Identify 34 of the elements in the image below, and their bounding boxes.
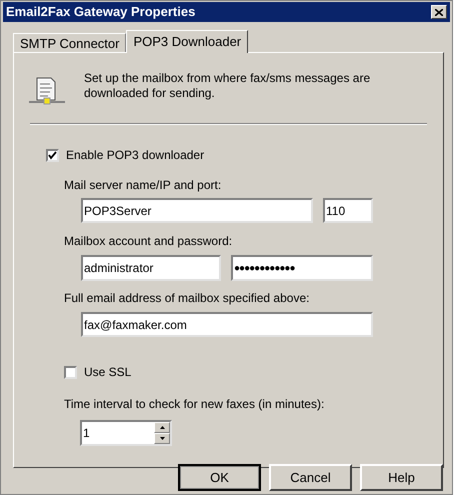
close-icon — [435, 8, 443, 16]
tab[interactable]: POP3 Downloader — [126, 30, 248, 53]
interval-spinner[interactable]: 1 — [80, 420, 172, 446]
field-value: POP3Server — [84, 202, 152, 220]
field-label: Time interval to check for new faxes (in minutes): — [64, 396, 326, 413]
tab[interactable]: SMTP Connector — [13, 33, 126, 52]
up-arrow-icon — [160, 426, 164, 429]
checkbox-label[interactable]: Enable POP3 downloader — [66, 146, 204, 164]
document-icon — [29, 76, 65, 106]
spin-up-button[interactable] — [154, 422, 170, 433]
dialog-button[interactable]: Cancel — [269, 464, 352, 491]
field-value: administrator — [84, 260, 154, 277]
close-button[interactable] — [431, 5, 447, 19]
account-field[interactable]: administrator — [81, 255, 221, 281]
dialog-button[interactable]: Help — [360, 464, 443, 491]
spin-down-button[interactable] — [154, 433, 170, 444]
description-text: Set up the mailbox from where fax/sms messages are downloaded for sending. — [84, 71, 372, 101]
down-arrow-icon — [160, 437, 164, 440]
field-label: Mail server name/IP and port: — [64, 177, 222, 194]
server-field[interactable]: POP3Server — [81, 198, 313, 223]
dialog-button[interactable]: OK — [178, 464, 261, 491]
window-title: Email2Fax Gateway Properties — [6, 3, 196, 22]
field-value: fax@faxmaker.com — [84, 316, 187, 334]
checkbox-label[interactable]: Use SSL — [84, 363, 132, 381]
checkbox[interactable] — [64, 366, 77, 378]
password-field[interactable]: ●●●●●●●●●●●● — [231, 255, 373, 281]
field-value: 110 — [326, 202, 346, 220]
checkbox[interactable] — [46, 148, 59, 162]
password-mask: ●●●●●●●●●●●● — [234, 262, 294, 276]
field-label: Full email address of mailbox specified above: — [64, 290, 310, 307]
field-value: 1 — [82, 425, 91, 442]
email-field[interactable]: fax@faxmaker.com — [81, 312, 373, 337]
field-label: Mailbox account and password: — [64, 233, 234, 250]
port-field[interactable]: 110 — [323, 198, 373, 223]
